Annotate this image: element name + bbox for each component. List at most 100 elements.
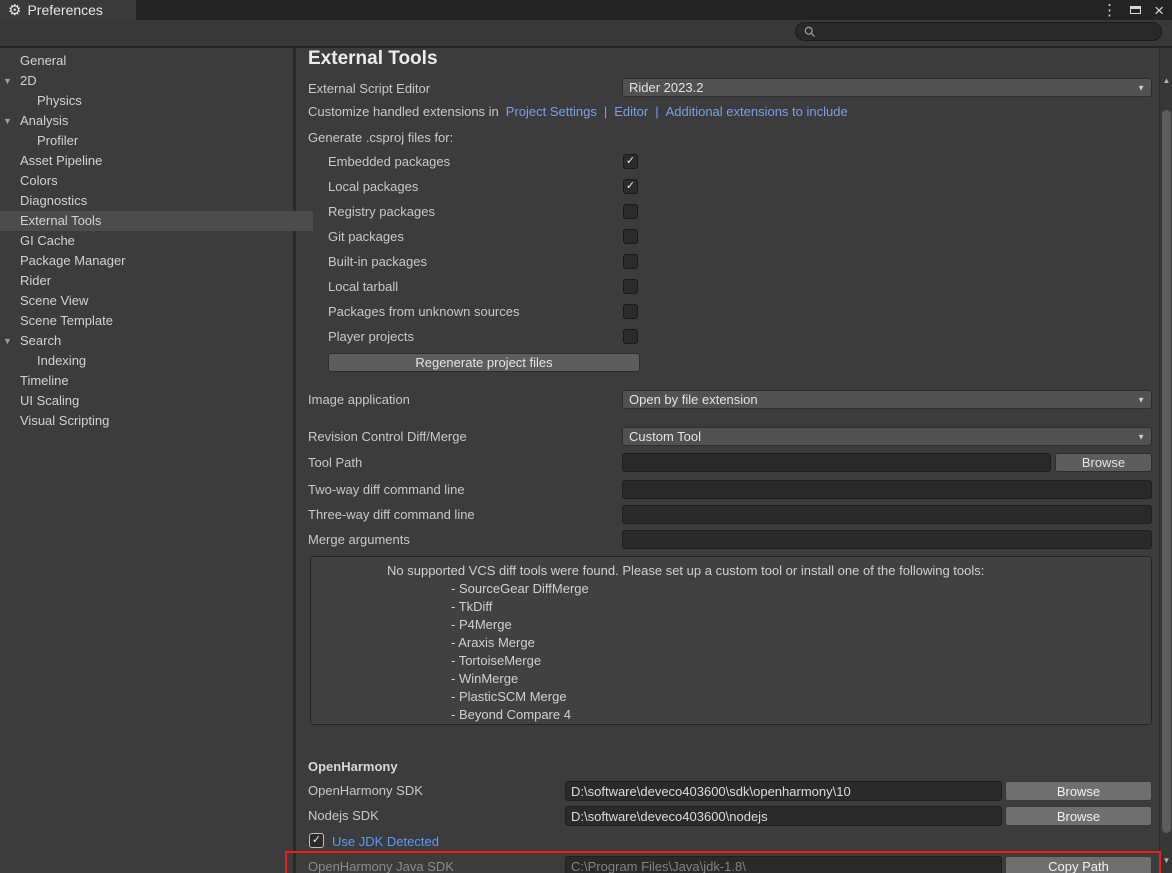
csproj-item-label-local-packages: Local packages <box>328 178 418 195</box>
sidebar-item-rider[interactable]: Rider <box>0 271 313 291</box>
sidebar-item-indexing[interactable]: Indexing <box>0 351 330 371</box>
vcs-help-box: No supported VCS diff tools were found. … <box>310 556 1152 725</box>
use-jdk-detected-checkbox[interactable]: ✓ <box>309 833 324 848</box>
link-separator: | <box>655 104 658 119</box>
preferences-window: ⚙ Preferences ⋮ × General▼2DPhysics▼Anal… <box>0 0 1172 873</box>
scroll-down-icon[interactable]: ▼ <box>1160 856 1172 865</box>
csproj-item-label-embedded-packages: Embedded packages <box>328 153 450 170</box>
tool-path-input[interactable] <box>622 453 1051 472</box>
sidebar-item-scene-view[interactable]: Scene View <box>0 291 313 311</box>
expander-icon[interactable]: ▼ <box>3 331 12 351</box>
csproj-label: Generate .csproj files for: <box>308 129 453 146</box>
window-controls: ⋮ × <box>1102 0 1164 20</box>
vcs-tool-item: - SourceGear DiffMerge <box>311 580 1151 598</box>
openharmony-java-sdk-input[interactable] <box>565 856 1002 873</box>
sidebar-item-search[interactable]: ▼Search <box>0 331 313 351</box>
use-jdk-detected-label: Use JDK Detected <box>332 833 439 850</box>
csproj-checkbox-local-tarball[interactable] <box>623 279 638 294</box>
csproj-checkbox-local-packages[interactable]: ✓ <box>623 179 638 194</box>
scrollbar-thumb[interactable] <box>1162 110 1171 833</box>
three-way-diff-input[interactable] <box>622 505 1152 524</box>
chevron-down-icon: ▼ <box>1137 395 1145 404</box>
link-additional-extensions[interactable]: Additional extensions to include <box>666 104 848 119</box>
nodejs-sdk-label: Nodejs SDK <box>308 807 379 824</box>
openharmony-sdk-browse-button[interactable]: Browse <box>1005 781 1152 801</box>
merge-arguments-label: Merge arguments <box>308 531 410 548</box>
sidebar-item-colors[interactable]: Colors <box>0 171 313 191</box>
sidebar-item-2d[interactable]: ▼2D <box>0 71 313 91</box>
openharmony-heading: OpenHarmony <box>308 758 398 775</box>
vcs-tool-list: - SourceGear DiffMerge- TkDiff- P4Merge-… <box>311 580 1151 724</box>
csproj-item-label-packages-from-unknown-sources: Packages from unknown sources <box>328 303 519 320</box>
vcs-tool-item: - P4Merge <box>311 616 1151 634</box>
sidebar-item-gi-cache[interactable]: GI Cache <box>0 231 313 251</box>
csproj-item-label-local-tarball: Local tarball <box>328 278 398 295</box>
window-title: Preferences <box>27 2 102 18</box>
openharmony-sdk-input[interactable] <box>565 781 1002 801</box>
sidebar-item-package-manager[interactable]: Package Manager <box>0 251 313 271</box>
sidebar-item-external-tools[interactable]: External Tools <box>0 211 313 231</box>
sidebar-item-scene-template[interactable]: Scene Template <box>0 311 313 331</box>
nodejs-sdk-input[interactable] <box>565 806 1002 826</box>
title-bar: ⚙ Preferences ⋮ × <box>0 0 1172 20</box>
vcs-tool-item: - Araxis Merge <box>311 634 1151 652</box>
revision-control-label: Revision Control Diff/Merge <box>308 428 467 445</box>
gear-icon: ⚙ <box>8 3 21 18</box>
sidebar-item-visual-scripting[interactable]: Visual Scripting <box>0 411 313 431</box>
script-editor-value: Rider 2023.2 <box>629 80 703 95</box>
csproj-checkbox-embedded-packages[interactable]: ✓ <box>623 154 638 169</box>
regenerate-project-files-button[interactable]: Regenerate project files <box>328 353 640 372</box>
merge-arguments-input[interactable] <box>622 530 1152 549</box>
csproj-item-label-registry-packages: Registry packages <box>328 203 435 220</box>
revision-control-dropdown[interactable]: Custom Tool ▼ <box>622 427 1152 446</box>
scroll-up-icon[interactable]: ▲ <box>1160 76 1172 85</box>
sidebar-item-analysis[interactable]: ▼Analysis <box>0 111 313 131</box>
csproj-checkbox-registry-packages[interactable] <box>623 204 638 219</box>
script-editor-label: External Script Editor <box>308 80 430 97</box>
sidebar-item-ui-scaling[interactable]: UI Scaling <box>0 391 313 411</box>
script-editor-dropdown[interactable]: Rider 2023.2 ▼ <box>622 78 1152 97</box>
sidebar-item-general[interactable]: General <box>0 51 313 71</box>
csproj-checkbox-player-projects[interactable] <box>623 329 638 344</box>
sidebar-item-profiler[interactable]: Profiler <box>0 131 330 151</box>
image-application-value: Open by file extension <box>629 392 758 407</box>
link-editor[interactable]: Editor <box>614 104 648 119</box>
preferences-tab[interactable]: ⚙ Preferences <box>0 0 136 20</box>
two-way-diff-label: Two-way diff command line <box>308 481 465 498</box>
csproj-checkbox-built-in-packages[interactable] <box>623 254 638 269</box>
three-way-diff-label: Three-way diff command line <box>308 506 475 523</box>
image-application-label: Image application <box>308 391 410 408</box>
sidebar-item-physics[interactable]: Physics <box>0 91 330 111</box>
chevron-down-icon: ▼ <box>1137 83 1145 92</box>
csproj-item-label-built-in-packages: Built-in packages <box>328 253 427 270</box>
link-separator: | <box>604 104 607 119</box>
tool-path-browse-button[interactable]: Browse <box>1055 453 1152 472</box>
csproj-checkbox-git-packages[interactable] <box>623 229 638 244</box>
vcs-tool-item: - TortoiseMerge <box>311 652 1151 670</box>
close-icon[interactable]: × <box>1154 2 1164 19</box>
csproj-checkbox-packages-from-unknown-sources[interactable] <box>623 304 638 319</box>
sidebar-item-timeline[interactable]: Timeline <box>0 371 313 391</box>
search-icon <box>804 26 816 38</box>
chevron-down-icon: ▼ <box>1137 432 1145 441</box>
maximize-icon[interactable] <box>1130 6 1141 14</box>
expander-icon[interactable]: ▼ <box>3 71 12 91</box>
vcs-tool-item: - TkDiff <box>311 598 1151 616</box>
openharmony-sdk-label: OpenHarmony SDK <box>308 782 423 799</box>
search-box[interactable] <box>795 22 1162 41</box>
copy-path-button[interactable]: Copy Path <box>1005 856 1152 873</box>
revision-control-value: Custom Tool <box>629 429 701 444</box>
two-way-diff-input[interactable] <box>622 480 1152 499</box>
vcs-tool-item: - PlasticSCM Merge <box>311 688 1151 706</box>
expander-icon[interactable]: ▼ <box>3 111 12 131</box>
vertical-scrollbar[interactable]: ▲ ▼ <box>1159 48 1172 873</box>
search-input[interactable] <box>816 22 1161 41</box>
sidebar: General▼2DPhysics▼AnalysisProfilerAsset … <box>0 48 296 873</box>
sidebar-item-asset-pipeline[interactable]: Asset Pipeline <box>0 151 313 171</box>
sidebar-item-diagnostics[interactable]: Diagnostics <box>0 191 313 211</box>
vcs-tool-item: - WinMerge <box>311 670 1151 688</box>
kebab-menu-icon[interactable]: ⋮ <box>1102 3 1117 18</box>
link-project-settings[interactable]: Project Settings <box>506 104 597 119</box>
image-application-dropdown[interactable]: Open by file extension ▼ <box>622 390 1152 409</box>
nodejs-sdk-browse-button[interactable]: Browse <box>1005 806 1152 826</box>
